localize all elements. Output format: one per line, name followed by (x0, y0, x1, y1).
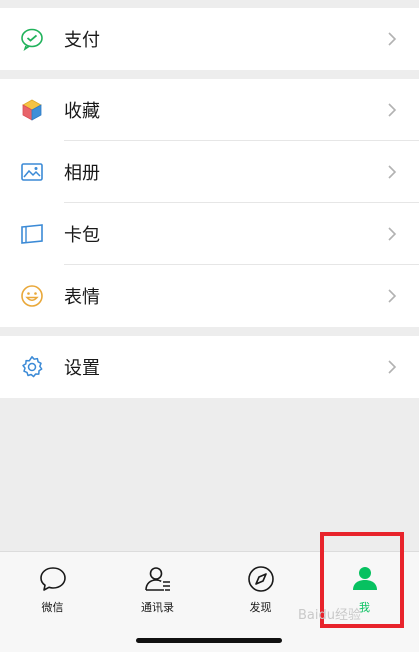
pay-group: 支付 (0, 8, 419, 70)
sticker-smile-icon (21, 285, 43, 307)
menu-item-label: 卡包 (64, 225, 100, 246)
chevron-right-icon (388, 289, 397, 303)
wechat-pay-icon (21, 28, 43, 51)
settings-gear-icon (22, 356, 43, 378)
compass-icon (247, 566, 274, 592)
menu-item-album[interactable]: 相册 (0, 141, 419, 203)
menu-item-label: 设置 (64, 358, 100, 379)
tab-chats[interactable]: 微信 (0, 564, 105, 624)
chevron-right-icon (388, 227, 397, 241)
contacts-icon (144, 567, 170, 591)
tools-group: 收藏 相册 卡包 表情 (0, 79, 419, 327)
menu-item-label: 收藏 (64, 101, 100, 122)
tab-contacts[interactable]: 通讯录 (105, 564, 210, 624)
menu-item-cards[interactable]: 卡包 (0, 203, 419, 265)
chat-bubble-icon (39, 567, 66, 591)
settings-group: 设置 (0, 336, 419, 398)
menu-item-label: 相册 (64, 163, 100, 184)
menu-item-stickers[interactable]: 表情 (0, 265, 419, 327)
menu-item-label: 表情 (64, 287, 100, 308)
menu-item-label: 支付 (64, 30, 100, 51)
watermark: Baidu经验 (298, 608, 361, 623)
chevron-right-icon (388, 103, 397, 117)
album-icon (21, 163, 43, 181)
chevron-right-icon (388, 360, 397, 374)
home-indicator[interactable] (136, 638, 282, 643)
tab-label: 微信 (41, 601, 64, 614)
favorites-cube-icon (22, 99, 42, 121)
chevron-right-icon (388, 165, 397, 179)
menu-item-favorites[interactable]: 收藏 (0, 79, 419, 141)
card-wallet-icon (21, 224, 43, 244)
chevron-right-icon (388, 32, 397, 46)
menu-item-settings[interactable]: 设置 (0, 336, 419, 398)
menu-item-pay[interactable]: 支付 (0, 8, 419, 70)
tab-label: 通讯录 (141, 601, 174, 614)
